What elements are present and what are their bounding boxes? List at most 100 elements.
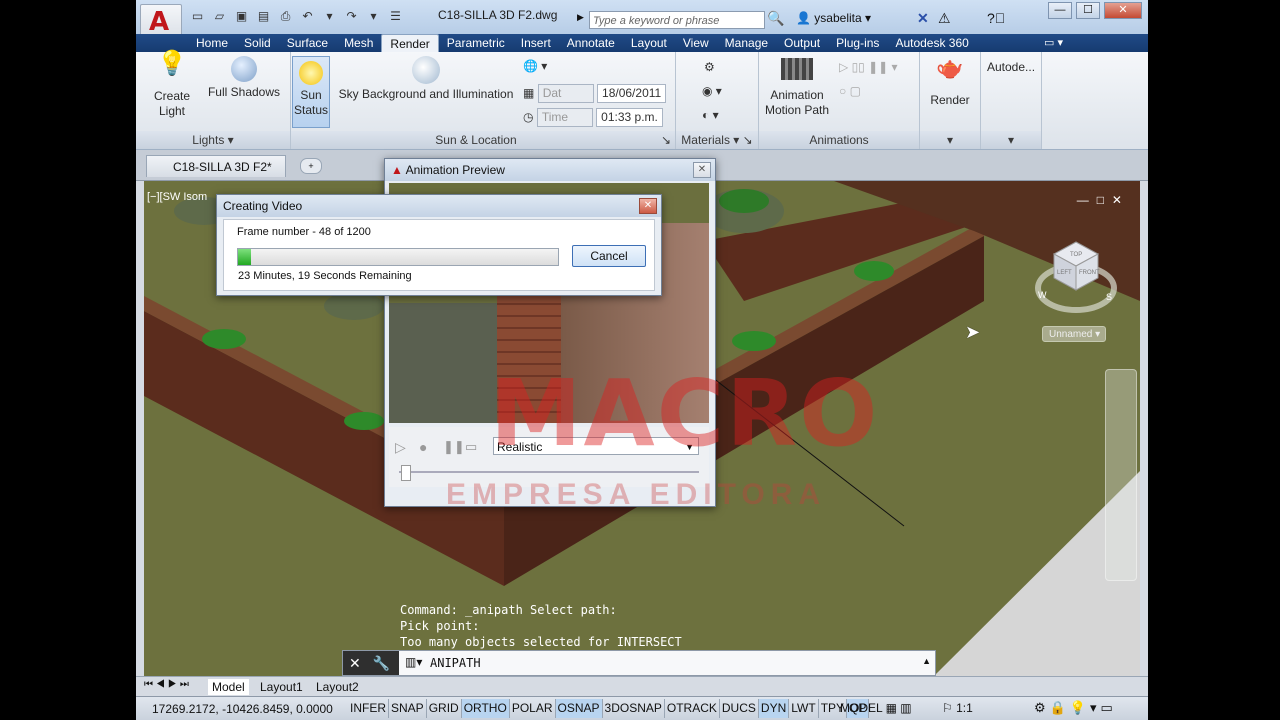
full-shadows-button[interactable]: Full Shadows [206,56,282,100]
toggle-dyn[interactable]: DYN [758,699,790,718]
toggle-infer[interactable]: INFER [348,699,389,718]
toggle-otrack[interactable]: OTRACK [665,699,720,718]
toggle-ortho[interactable]: ORTHO [461,699,510,718]
exchange-icon[interactable]: ✕ [917,10,929,27]
ribbon-tab-surface[interactable]: Surface [279,34,336,52]
annotation-scale[interactable]: ⚐ 1:1 [942,701,973,715]
layout-nav-icon[interactable]: ⏮◀▶⏭ [144,679,192,690]
navigation-bar[interactable] [1105,369,1137,581]
ribbon-tab-annotate[interactable]: Annotate [559,34,623,52]
ribbon-tab-mesh[interactable]: Mesh [336,34,381,52]
location-icon[interactable]: 🌐 ▾ [523,59,547,73]
command-input[interactable]: ANIPATH [430,651,481,675]
named-views-dropdown[interactable]: Unnamed ▾ [1042,326,1106,342]
record-icon[interactable]: ○ ▢ [839,84,861,98]
toggle-polar[interactable]: POLAR [510,699,556,718]
new-icon[interactable]: ▭ [190,10,205,23]
toggle-grid[interactable]: GRID [427,699,462,718]
open-icon[interactable]: ▱ [212,10,227,23]
ribbon-tab-layout[interactable]: Layout [623,34,675,52]
animation-motion-path-button[interactable]: Animation Motion Path [763,58,831,118]
frame-slider-track[interactable] [399,471,699,473]
undo-dropdown-icon[interactable]: ▾ [322,10,337,23]
toggle-lwt[interactable]: LWT [789,699,819,718]
ribbon-options-icon[interactable]: ▭ ▾ [1044,36,1063,49]
redo-dropdown-icon[interactable]: ▾ [366,10,381,23]
help-icon[interactable]: ?⃝ [987,10,1005,26]
cancel-button[interactable]: Cancel [572,245,646,267]
toggle-3dosnap[interactable]: 3DOSNAP [603,699,665,718]
customize-icon[interactable]: 🔧 [373,655,390,671]
render-panel-label[interactable]: ▾ [920,131,980,149]
play-icon[interactable]: ▷ ▯▯ ❚❚ ▾ [839,60,898,74]
command-line[interactable]: ✕ 🔧 ▥▾ ANIPATH ▲ [342,650,936,676]
create-light-button[interactable]: 💡 Create Light [150,52,194,119]
layout-tab-model[interactable]: Model [208,679,249,695]
date-slider[interactable]: Dat [537,84,594,103]
status-tray-icons[interactable]: ⚙🔒💡▾▭ [1034,700,1117,716]
date-value[interactable]: 18/06/2011 [597,84,667,103]
save-as-icon[interactable]: ▤ [256,10,271,23]
minimize-button[interactable]: — [1048,2,1072,19]
lights-panel-label[interactable]: Lights ▾ [136,131,290,149]
autodesk-render-button[interactable]: Autode... [987,60,1035,75]
toggle-snap[interactable]: SNAP [389,699,427,718]
layout-tab-layout1[interactable]: Layout1 [256,679,307,695]
ribbon-tab-manage[interactable]: Manage [717,34,776,52]
animation-preview-close-button[interactable]: ✕ [693,162,711,178]
materials-panel-label[interactable]: Materials ▾ ↘ [676,131,758,149]
sky-background-button[interactable]: Sky Background and Illumination [337,56,515,102]
search-input[interactable]: Type a keyword or phrase [589,11,765,29]
ribbon-tab-solid[interactable]: Solid [236,34,279,52]
render-button[interactable]: 🫖 Render [928,57,972,108]
user-menu[interactable]: 👤 ysabelita ▾ [796,11,871,25]
material-browser-icon[interactable]: ⚙ [704,60,715,74]
autodesk-connect-icon[interactable]: ⚠ [938,10,951,27]
sun-status-button[interactable]: Sun Status [292,56,330,128]
materials-on-icon[interactable]: ◉ ▾ [702,84,722,98]
save-icon[interactable]: ▣ [234,10,249,23]
document-tab[interactable]: C18-SILLA 3D F2* ✕ [146,155,286,196]
toggle-ducs[interactable]: DUCS [720,699,759,718]
viewcube[interactable]: TOP LEFT FRONT W S [1034,236,1118,320]
redo-icon[interactable]: ↷ [344,10,359,23]
save-animation-icon[interactable]: ▭ [465,439,477,455]
sun-location-panel-label[interactable]: Sun & Location ↘ [291,131,675,149]
ribbon-tab-render[interactable]: Render [381,34,439,53]
record-icon[interactable]: ● [419,439,427,455]
properties-icon[interactable]: ☰ [388,10,403,23]
play-icon[interactable]: ▷ [395,439,406,456]
coordinates-readout[interactable]: 17269.2172, -10426.8459, 0.0000 [152,702,333,716]
ribbon-tab-home[interactable]: Home [188,34,236,52]
ribbon-tab-view[interactable]: View [675,34,717,52]
command-history-toggle-icon[interactable]: ▲ [922,656,931,666]
undo-icon[interactable]: ↶ [300,10,315,23]
maximize-button[interactable]: ☐ [1076,2,1100,19]
autodesk-panel-label[interactable]: ▾ [981,131,1041,149]
model-space-button[interactable]: MODEL ▦ ▥ [840,699,912,718]
search-expand-icon[interactable]: ▶ [577,12,584,23]
animations-panel-label[interactable]: Animations [759,131,919,149]
pause-icon[interactable]: ❚❚ [443,439,465,455]
toggle-osnap[interactable]: OSNAP [555,699,603,718]
ribbon-tab-insert[interactable]: Insert [513,34,559,52]
new-tab-button[interactable]: + [300,158,322,174]
creating-video-close-button[interactable]: ✕ [639,198,657,214]
close-command-icon[interactable]: ✕ [349,655,361,671]
ribbon-tab-output[interactable]: Output [776,34,828,52]
viewport-window-controls[interactable]: —□✕ [1077,193,1130,207]
recent-commands-icon[interactable]: ▥▾ [405,655,422,669]
quick-view-icon[interactable]: ▦ ▥ [886,701,912,715]
ribbon-tab-autodesk-360[interactable]: Autodesk 360 [887,34,976,52]
ribbon-tab-plug-ins[interactable]: Plug-ins [828,34,887,52]
time-slider[interactable]: Time [536,108,593,127]
viewport-controls-label[interactable]: [−][SW Isom [147,191,207,203]
ribbon-tab-parametric[interactable]: Parametric [439,34,513,52]
print-icon[interactable]: ⎙ [278,10,293,23]
material-mapping-icon[interactable]: ◐ ▾ [702,108,719,122]
search-icon[interactable]: 🔍 [767,10,784,27]
close-button[interactable]: ✕ [1104,2,1142,19]
layout-tab-layout2[interactable]: Layout2 [312,679,363,695]
time-value[interactable]: 01:33 p.m. [596,108,663,127]
frame-slider-thumb[interactable] [401,465,411,481]
